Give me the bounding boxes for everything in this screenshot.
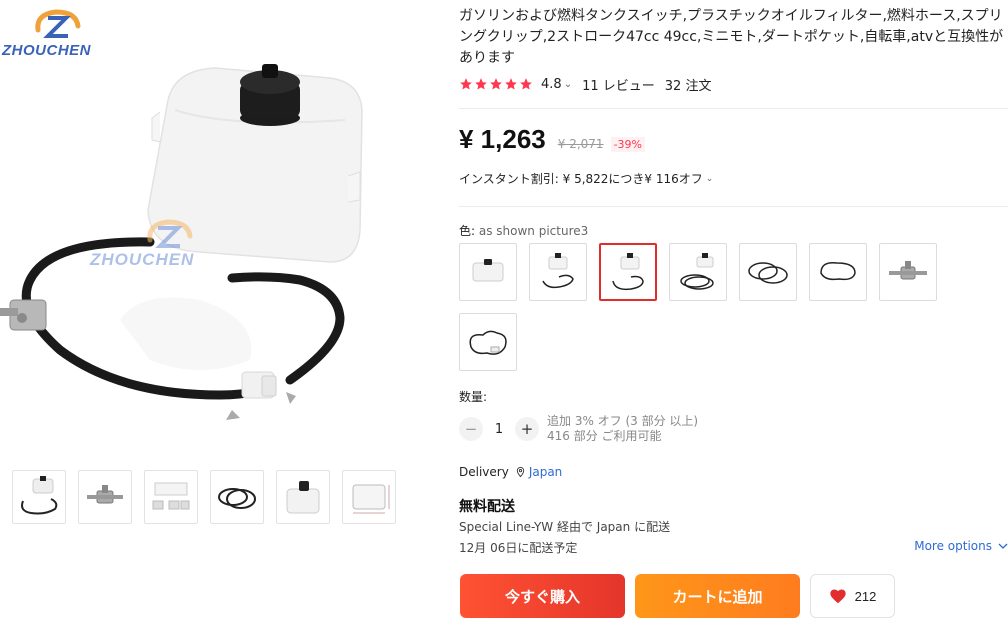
swatch-2[interactable] <box>529 243 587 301</box>
swatch-image <box>748 262 788 284</box>
quantity-label: 数量: <box>459 390 488 404</box>
add-to-cart-button[interactable]: カートに追加 <box>635 574 800 618</box>
star-icon <box>460 78 472 90</box>
plus-icon[interactable]: + <box>515 417 539 441</box>
swatch-1[interactable] <box>459 243 517 301</box>
reviews-link[interactable]: 11 レビュー <box>582 75 655 94</box>
thumbnail-image <box>218 488 256 509</box>
delivery-row: Delivery Japan <box>459 465 562 479</box>
swatch-8[interactable] <box>459 313 517 371</box>
thumbnail-2[interactable] <box>78 470 132 524</box>
swatch-4[interactable] <box>669 243 727 301</box>
rating-row: 4.8 ⌄ 11 レビュー 32 注文 <box>459 75 712 94</box>
swatch-image <box>889 261 927 280</box>
star-icon <box>505 78 517 90</box>
thumbnail-image <box>286 481 320 514</box>
swatch-5[interactable] <box>739 243 797 301</box>
buy-now-button[interactable]: 今すぐ購入 <box>460 574 625 618</box>
product-info: ガソリンおよび燃料タンクスイッチ,プラスチックオイルフィルター,燃料ホース,スプ… <box>459 0 1008 628</box>
star-icon <box>475 78 487 90</box>
wishlist-count: 212 <box>854 588 877 604</box>
swatch-image <box>612 253 644 291</box>
logo-mark-icon <box>35 9 81 38</box>
delivery-destination[interactable]: Japan <box>529 465 562 479</box>
main-product-image[interactable]: ZHOUCHEN ZHOUCHEN <box>0 0 440 460</box>
color-value: as shown picture3 <box>478 224 589 238</box>
shipping-method: Special Line-YW 経由で Japan に配送 <box>459 520 671 534</box>
free-shipping: 無料配送 <box>459 499 515 515</box>
color-label-text: 色: <box>459 224 479 238</box>
swatch-image <box>680 253 714 290</box>
swatch-7[interactable] <box>879 243 937 301</box>
chevron-down-icon[interactable]: ⌄ <box>564 79 572 90</box>
shipping-date: 12月 06日に配送予定 <box>459 541 578 555</box>
thumbnail-3[interactable] <box>144 470 198 524</box>
instant-discount[interactable]: インスタント割引: ¥ 5,822につき¥ 116オフ ⌄ <box>459 170 713 187</box>
quantity-note: 追加 3% オフ (3 部分 以上) 416 部分 ご利用可能 <box>547 414 698 444</box>
star-icon <box>520 78 532 90</box>
watermark-text: ZHOUCHEN <box>90 250 195 269</box>
swatch-6[interactable] <box>809 243 867 301</box>
wishlist-button[interactable]: 212 <box>810 574 895 618</box>
thumbnail-image <box>87 485 123 504</box>
quantity-stepper: − 1 + 追加 3% オフ (3 部分 以上) 416 部分 ご利用可能 <box>459 414 698 444</box>
current-price: ¥ 1,263 <box>459 124 546 154</box>
brand-logo: ZHOUCHEN <box>2 8 122 60</box>
instant-discount-text: インスタント割引: ¥ 5,822につき¥ 116オフ <box>459 172 703 186</box>
swatch-image <box>469 330 507 355</box>
star-icon <box>490 78 502 90</box>
thumbnail-image <box>21 476 58 515</box>
rating-value: 4.8 <box>541 76 562 92</box>
quantity-note-line1: 追加 3% オフ (3 部分 以上) <box>547 414 699 428</box>
color-swatches <box>459 243 959 371</box>
product-gallery: ZHOUCHEN ZHOUCHEN <box>0 0 440 628</box>
price-row: ¥ 1,263 ¥ 2,071 -39% <box>459 124 645 155</box>
divider <box>459 108 1008 109</box>
watermark-mark-icon <box>147 219 193 248</box>
chevron-down-icon <box>998 543 1008 549</box>
quantity-note-line2: 416 部分 ご利用可能 <box>547 429 662 443</box>
swatch-image <box>820 261 856 281</box>
minus-icon[interactable]: − <box>459 417 483 441</box>
original-price: ¥ 2,071 <box>557 137 604 151</box>
product-title: ガソリンおよび燃料タンクスイッチ,プラスチックオイルフィルター,燃料ホース,スプ… <box>459 8 1004 66</box>
swatch-image <box>542 253 574 289</box>
thumbnail-6[interactable] <box>342 470 396 524</box>
heart-icon <box>830 589 846 604</box>
thumbnail-image <box>152 482 190 510</box>
thumbnail-strip <box>12 470 396 524</box>
star-rating <box>459 77 533 91</box>
thumbnail-1[interactable] <box>12 470 66 524</box>
thumbnail-5[interactable] <box>276 470 330 524</box>
delivery-label: Delivery <box>459 465 509 479</box>
discount-badge: -39% <box>610 137 645 152</box>
divider <box>459 206 1008 207</box>
thumbnail-image <box>352 484 390 514</box>
thumbnail-4[interactable] <box>210 470 264 524</box>
logo-text: ZHOUCHEN <box>2 42 91 59</box>
swatch-3-selected[interactable] <box>599 243 657 301</box>
more-options-text: More options <box>914 539 992 553</box>
color-label: 色: as shown picture3 <box>459 222 588 239</box>
watermark: ZHOUCHEN <box>90 218 240 269</box>
location-pin-icon <box>516 466 524 478</box>
more-options-link[interactable]: More options <box>914 539 1008 553</box>
chevron-down-icon: ⌄ <box>705 173 714 184</box>
quantity-input[interactable]: 1 <box>483 422 515 437</box>
swatch-image <box>472 259 504 282</box>
orders-count: 32 注文 <box>664 78 712 94</box>
